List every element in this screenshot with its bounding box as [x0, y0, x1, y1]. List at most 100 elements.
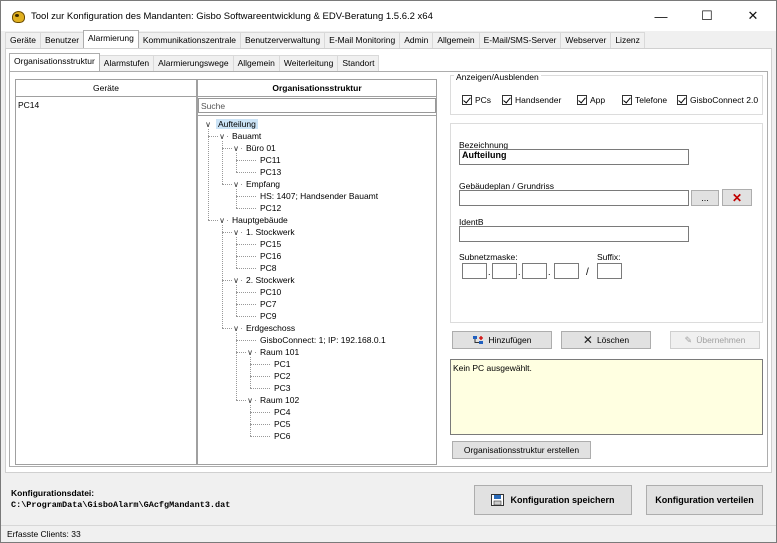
- tree-leaf-node[interactable]: PC16: [258, 250, 283, 262]
- tree-leaf-node[interactable]: PC1: [272, 358, 293, 370]
- minimize-button[interactable]: —: [638, 1, 684, 31]
- tree-group-node[interactable]: Bauamt: [230, 130, 263, 142]
- tree-group-node[interactable]: 2. Stockwerk: [244, 274, 297, 286]
- tree-connector: [250, 436, 270, 437]
- gebaeudeplan-field[interactable]: [459, 190, 689, 206]
- tree-node-label: Bauamt: [232, 131, 262, 141]
- subtab-alarmstufen[interactable]: Alarmstufen: [98, 55, 155, 71]
- clear-plan-button[interactable]: ✕: [722, 189, 752, 206]
- tree-node-label: Raum 102: [260, 395, 300, 405]
- distribute-config-button[interactable]: Konfiguration verteilen: [646, 485, 763, 515]
- tab-allgemein[interactable]: Allgemein: [432, 32, 480, 48]
- tab-email-monitoring[interactable]: E-Mail Monitoring: [324, 32, 401, 48]
- subnet-separator: .: [518, 267, 521, 277]
- tab-webserver[interactable]: Webserver: [560, 32, 612, 48]
- tree-leaf-node[interactable]: HS: 1407; Handsender Bauamt: [258, 190, 380, 202]
- subnet-separator: .: [488, 267, 491, 277]
- tree-leaf-node[interactable]: PC4: [272, 406, 293, 418]
- tab-benutzerverwaltung[interactable]: Benutzerverwaltung: [239, 32, 326, 48]
- tree-connector: [236, 208, 256, 209]
- tab-kommunikationszentrale[interactable]: Kommunikationszentrale: [137, 32, 241, 48]
- org-tree[interactable]: ∨ Aufteilung ∨ Bauamt ∨ Büro 01 PC11 PC13 ∨ Empfa…: [198, 115, 436, 463]
- tree-leaf-node[interactable]: PC5: [272, 418, 293, 430]
- tree-node-label: PC8: [260, 263, 277, 273]
- list-item[interactable]: PC14: [18, 100, 194, 110]
- tree-leaf-node[interactable]: PC6: [272, 430, 293, 442]
- delete-button[interactable]: ✕ Löschen: [561, 331, 651, 349]
- tree-group-node[interactable]: Erdgeschoss: [244, 322, 297, 334]
- tree-group-node[interactable]: Aufteilung: [216, 118, 258, 130]
- add-button[interactable]: Hinzufügen: [452, 331, 552, 349]
- tree-group-node[interactable]: Raum 102: [258, 394, 301, 406]
- display-options-title: Anzeigen/Ausblenden: [454, 72, 541, 82]
- tree-group-node[interactable]: Hauptgebäude: [230, 214, 290, 226]
- tab-admin[interactable]: Admin: [399, 32, 434, 48]
- checkbox-check-icon: [577, 95, 587, 105]
- subtab-alarmierungswege[interactable]: Alarmierungswege: [153, 55, 234, 71]
- tree-group-node[interactable]: 1. Stockwerk: [244, 226, 297, 238]
- tree-leaf-node[interactable]: PC13: [258, 166, 283, 178]
- subtab-standort[interactable]: Standort: [337, 55, 380, 71]
- tree-leaf-node[interactable]: PC2: [272, 370, 293, 382]
- tree-connector: [236, 285, 237, 316]
- subnet-octet-3[interactable]: [522, 263, 547, 279]
- tree-node-label: PC12: [260, 203, 282, 213]
- tab-benutzer[interactable]: Benutzer: [40, 32, 85, 48]
- tree-leaf-node[interactable]: PC8: [258, 262, 279, 274]
- tree-group-node[interactable]: Büro 01: [244, 142, 278, 154]
- apply-button[interactable]: ✎ Übernehmen: [670, 331, 760, 349]
- subnet-octet-4[interactable]: [554, 263, 579, 279]
- search-input[interactable]: [198, 98, 436, 113]
- tree-node-label: PC2: [274, 371, 291, 381]
- bezeichnung-field[interactable]: Aufteilung: [459, 149, 689, 165]
- tree-leaf-node[interactable]: PC11: [258, 154, 283, 166]
- tab-email-sms-server[interactable]: E-Mail/SMS-Server: [478, 32, 562, 48]
- tab-geraete[interactable]: Geräte: [5, 32, 41, 48]
- tree-leaf-node[interactable]: PC3: [272, 382, 293, 394]
- subtab-allgemein[interactable]: Allgemein: [232, 55, 280, 71]
- tree-connector: [208, 129, 209, 220]
- tree-group-node[interactable]: Raum 101: [258, 346, 301, 358]
- tree-connector: [236, 244, 256, 245]
- checkbox-check-icon: [462, 95, 472, 105]
- tab-alarmierung[interactable]: Alarmierung: [83, 30, 139, 48]
- subnet-label: Subnetzmaske:: [459, 252, 518, 262]
- tree-leaf-node[interactable]: PC15: [258, 238, 283, 250]
- create-structure-button[interactable]: Organisationsstruktur erstellen: [452, 441, 591, 459]
- close-icon: ✕: [731, 190, 743, 205]
- tree-node-label: PC13: [260, 167, 282, 177]
- identb-field[interactable]: [459, 226, 689, 242]
- subtab-weiterleitung[interactable]: Weiterleitung: [278, 55, 339, 71]
- tree-leaf-node[interactable]: PC7: [258, 298, 279, 310]
- tree-connector: [250, 376, 270, 377]
- tree-connector: [250, 364, 270, 365]
- subtab-organisationsstruktur[interactable]: Organisationsstruktur: [9, 53, 100, 71]
- tree-node-label: HS: 1407; Handsender Bauamt: [260, 191, 379, 201]
- tree-leaf-node[interactable]: PC10: [258, 286, 283, 298]
- tree-connector: [236, 256, 256, 257]
- browse-button[interactable]: ...: [691, 190, 719, 206]
- tree-leaf-node[interactable]: GisboConnect: 1; IP: 192.168.0.1: [258, 334, 388, 346]
- config-file-path: C:\ProgramData\GisboAlarm\GAcfgMandant3.…: [11, 500, 231, 510]
- tree-node-label: Raum 101: [260, 347, 300, 357]
- subnet-octet-1[interactable]: [462, 263, 487, 279]
- devices-list[interactable]: PC14: [15, 97, 197, 465]
- tree-group-node[interactable]: Empfang: [244, 178, 282, 190]
- close-button[interactable]: ✕: [730, 1, 776, 31]
- devices-header[interactable]: Geräte: [15, 79, 197, 97]
- org-structure-header: Organisationsstruktur: [197, 79, 437, 97]
- tree-connector: [236, 153, 237, 172]
- save-config-button[interactable]: Konfiguration speichern: [474, 485, 632, 515]
- tab-lizenz[interactable]: Lizenz: [610, 32, 645, 48]
- tree-leaf-node[interactable]: PC9: [258, 310, 279, 322]
- checkbox-gisboconnect[interactable]: GisboConnect 2.0: [677, 95, 758, 105]
- tree-node-label: PC4: [274, 407, 291, 417]
- suffix-field[interactable]: [597, 263, 622, 279]
- checkbox-pcs[interactable]: PCs: [462, 95, 491, 105]
- tree-leaf-node[interactable]: PC12: [258, 202, 283, 214]
- checkbox-app[interactable]: App: [577, 95, 605, 105]
- checkbox-telefone[interactable]: Telefone: [622, 95, 667, 105]
- maximize-button[interactable]: ☐: [684, 1, 730, 31]
- subnet-octet-2[interactable]: [492, 263, 517, 279]
- checkbox-handsender[interactable]: Handsender: [502, 95, 561, 105]
